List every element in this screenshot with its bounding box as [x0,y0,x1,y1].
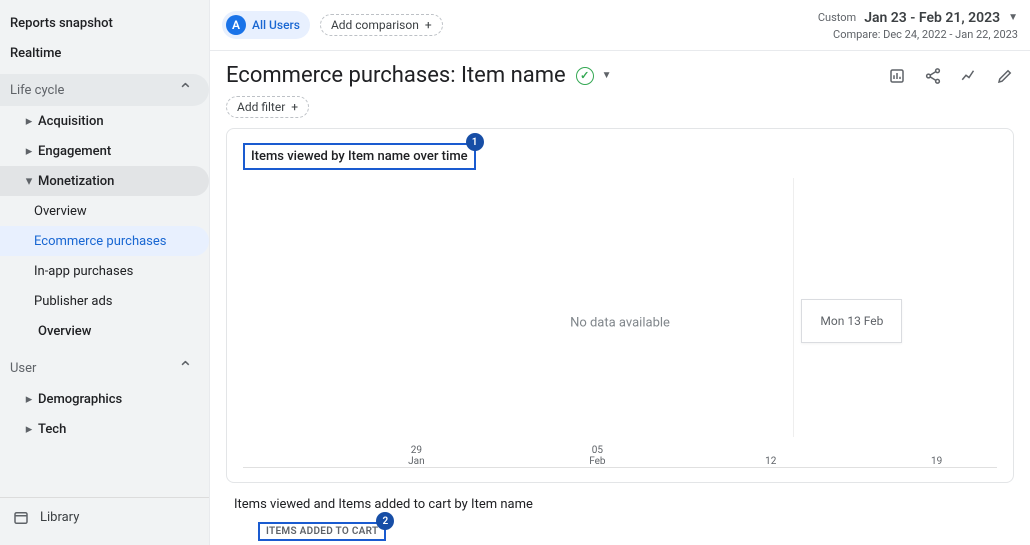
chevron-down-icon: ▼ [1008,12,1018,23]
date-range-type: Custom [818,11,856,24]
plus-icon: + [291,100,298,114]
caret-right-icon: ▸ [22,422,36,437]
page-header: Ecommerce purchases: Item name ✓ ▼ [210,51,1030,88]
add-comparison-label: Add comparison [331,18,419,32]
card-title: Items viewed and Items added to cart by … [234,497,1010,512]
card-title-highlight: Items viewed by Item name over time 1 [243,143,476,170]
add-filter-button[interactable]: Add filter + [226,96,309,118]
filter-row: Add filter + [210,88,1030,128]
sidebar-subitem-overview[interactable]: Overview [0,196,209,226]
audience-chip-avatar: A [226,15,246,35]
sidebar-reports-snapshot[interactable]: Reports snapshot [0,8,209,38]
insights-icon[interactable] [960,67,978,85]
sidebar-item-label: Engagement [38,144,111,159]
sidebar-item-acquisition[interactable]: ▸ Acquisition [0,106,209,136]
sidebar-item-label: Tech [38,422,66,437]
sidebar-item-demographics[interactable]: ▸ Demographics [0,384,209,414]
sidebar-subitem-publisher-ads[interactable]: Publisher ads [0,286,209,316]
sidebar-item-monetization[interactable]: ▾ Monetization [0,166,209,196]
sidebar-section-user[interactable]: User ⌃ [0,352,209,384]
chart-tooltip-text: Mon 13 Feb [820,314,883,328]
share-icon[interactable] [924,67,942,85]
sidebar-item-label: Monetization [38,174,114,189]
chart-x-tick: 12 [765,456,776,467]
sidebar-item-lc-overview[interactable]: Overview [0,316,209,346]
chevron-down-icon[interactable]: ▼ [602,70,612,81]
chart-plot: No data available Mon 13 Feb 29Jan05Feb1… [243,178,997,468]
column-header-label: ITEMS ADDED TO CART [266,526,378,537]
sidebar-section-label: User [10,361,36,376]
chart-hover-gridline [793,178,794,437]
card-title: Items viewed by Item name over time [251,149,468,164]
edit-pencil-icon[interactable] [996,67,1014,85]
sidebar-section-life-cycle[interactable]: Life cycle ⌃ [0,74,209,106]
chevron-up-icon: ⌃ [178,80,199,101]
library-icon [12,509,30,527]
sidebar-item-label: Demographics [38,392,122,407]
sidebar-subitem-ecommerce-purchases[interactable]: Ecommerce purchases [0,226,209,256]
date-range-value: Jan 23 - Feb 21, 2023 [864,10,1000,26]
add-comparison-button[interactable]: Add comparison + [320,14,443,36]
date-compare-range: Compare: Dec 24, 2022 - Jan 22, 2023 [818,28,1018,41]
annotation-badge-2: 2 [376,512,394,530]
sidebar-subitem-in-app-purchases[interactable]: In-app purchases [0,256,209,286]
plus-icon: + [425,18,432,32]
column-header-highlight[interactable]: ITEMS ADDED TO CART 2 [258,522,386,541]
caret-right-icon: ▸ [22,392,36,407]
status-check-icon[interactable]: ✓ [576,67,594,85]
sidebar-section-label: Life cycle [10,83,64,98]
sidebar-item-label: Acquisition [38,114,104,129]
sidebar: Reports snapshot Realtime Life cycle ⌃ ▸… [0,0,210,545]
chart-x-tick: 05Feb [589,445,605,467]
topbar: A All Users Add comparison + Custom Jan … [210,0,1030,51]
main: A All Users Add comparison + Custom Jan … [210,0,1030,545]
chart-x-axis: 29Jan 05Feb 12 19 [243,437,997,467]
card-items-viewed-added-to-cart: Items viewed and Items added to cart by … [230,497,1010,541]
chart-x-tick: 29Jan [408,445,424,467]
card-items-viewed-over-time: Items viewed by Item name over time 1 No… [226,128,1014,483]
sidebar-item-label: Overview [38,324,91,339]
page-title: Ecommerce purchases: Item name [226,63,566,88]
annotation-badge-1: 1 [466,133,484,151]
customize-report-icon[interactable] [888,67,906,85]
header-actions [888,67,1014,85]
chart-x-tick: 19 [931,456,942,467]
sidebar-item-tech[interactable]: ▸ Tech [0,414,209,444]
add-filter-label: Add filter [237,100,285,114]
sidebar-library[interactable]: Library [0,497,209,537]
caret-right-icon: ▸ [22,144,36,159]
sidebar-item-engagement[interactable]: ▸ Engagement [0,136,209,166]
caret-right-icon: ▸ [22,114,36,129]
audience-chip-label: All Users [252,18,300,32]
date-range-picker[interactable]: Custom Jan 23 - Feb 21, 2023 ▼ Compare: … [818,10,1018,41]
chart-tooltip: Mon 13 Feb [801,299,902,343]
sidebar-library-label: Library [40,510,79,525]
audience-chip-all-users[interactable]: A All Users [222,11,310,39]
sidebar-realtime[interactable]: Realtime [0,38,209,68]
chart-area: No data available Mon 13 Feb 29Jan05Feb1… [243,178,997,468]
chevron-up-icon: ⌃ [178,358,199,379]
caret-down-icon: ▾ [22,174,36,189]
